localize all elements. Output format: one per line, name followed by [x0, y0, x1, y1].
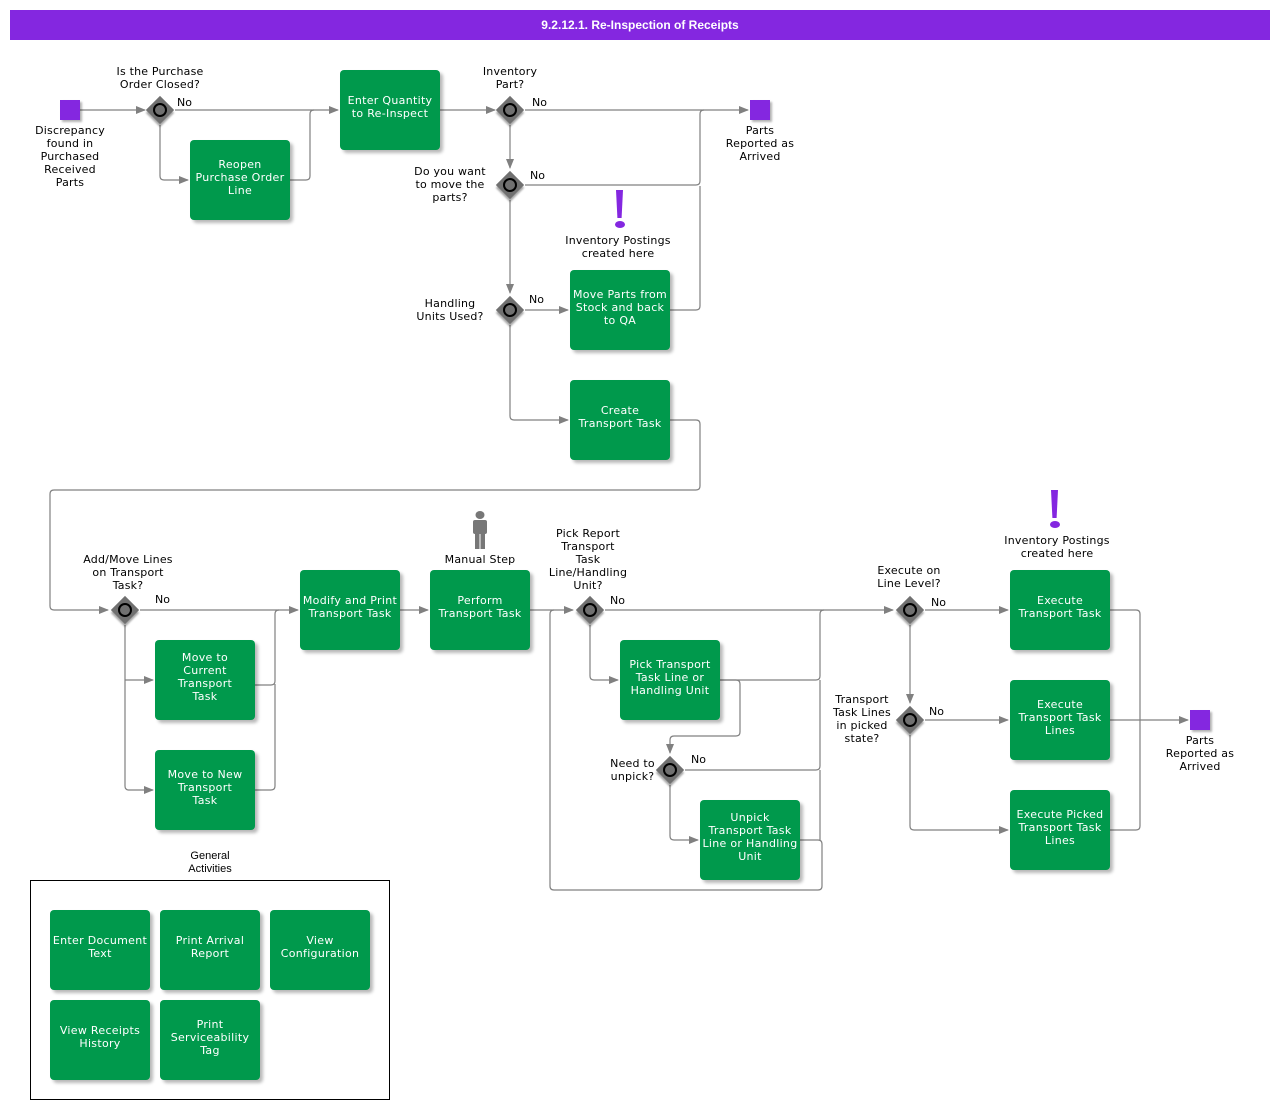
inventory-postings-annotation: Inventory Postings created here: [565, 234, 671, 260]
gateway-circle-icon: [503, 103, 517, 117]
flow-hu-to-create-tt: [509, 325, 569, 424]
flow-pick-to-pick-task: [589, 625, 619, 684]
gateway-move-parts-label: Do you want to move the parts?: [414, 165, 486, 204]
gateway-po-closed-label: Is the Purchase Order Closed?: [116, 65, 204, 91]
no-label: No: [155, 593, 170, 606]
exclamation-icon: [1045, 490, 1065, 534]
gateway-pick-report-label: Pick Report Transport Task Line/Handling…: [548, 527, 628, 592]
task-label: Print Arrival Report: [175, 934, 245, 960]
task-pick-tt-line[interactable]: Pick Transport Task Line or Handling Uni…: [620, 640, 720, 720]
gateway-circle-icon: [503, 178, 517, 192]
task-label: Pick Transport Task Line or Handling Uni…: [629, 657, 711, 697]
no-label: No: [929, 705, 944, 718]
gateway-po-closed[interactable]: [145, 95, 175, 125]
task-perform-tt[interactable]: Perform Transport Task: [430, 570, 530, 650]
task-label: Reopen Purchase Order Line: [195, 157, 285, 197]
exclamation-icon: [610, 190, 630, 234]
end-event-top[interactable]: [750, 100, 770, 120]
flow-po-to-reopen: [159, 125, 189, 184]
task-move-new-tt[interactable]: Move to New Transport Task: [155, 750, 255, 830]
task-label: Execute Transport Task Lines: [1018, 697, 1102, 737]
end-event-bottom-label: Parts Reported as Arrived: [1165, 734, 1235, 773]
gateway-pick-report[interactable]: [575, 595, 605, 625]
task-move-current-tt[interactable]: Move to Current Transport Task: [155, 640, 255, 720]
gateway-move-parts[interactable]: [495, 170, 525, 200]
end-event-bottom[interactable]: [1190, 710, 1210, 730]
gateway-circle-icon: [663, 763, 677, 777]
inventory-postings-annotation: Inventory Postings created here: [1004, 534, 1110, 560]
task-print-arrival-report[interactable]: Print Arrival Report: [160, 910, 260, 990]
task-modify-print-tt[interactable]: Modify and Print Transport Task: [300, 570, 400, 650]
task-label: Execute Picked Transport Task Lines: [1016, 807, 1104, 847]
gateway-lines-picked-label: Transport Task Lines in picked state?: [833, 693, 891, 745]
gateway-circle-icon: [153, 103, 167, 117]
gateway-circle-icon: [903, 603, 917, 617]
gateway-execute-line-level[interactable]: [895, 595, 925, 625]
no-label: No: [530, 169, 545, 182]
gateway-need-unpick-label: Need to unpick?: [610, 757, 655, 783]
task-reopen-po-line[interactable]: Reopen Purchase Order Line: [190, 140, 290, 220]
general-activities-title: General Activities: [188, 850, 232, 875]
task-print-serviceability-tag[interactable]: Print Serviceability Tag: [160, 1000, 260, 1080]
no-label: No: [931, 596, 946, 609]
task-label: Enter Quantity to Re-Inspect: [347, 94, 433, 120]
gateway-handling-units-label: Handling Units Used?: [416, 297, 484, 323]
flow-reopen-to-enter-qty: [290, 109, 315, 181]
flow-picked-to-exec-picked: [909, 735, 1009, 834]
task-label: View Receipts History: [59, 1024, 141, 1050]
gateway-add-move-lines-label: Add/Move Lines on Transport Task?: [83, 553, 173, 592]
gateway-circle-icon: [583, 603, 597, 617]
task-label: Execute Transport Task: [1018, 594, 1102, 620]
gateway-inventory-part[interactable]: [495, 95, 525, 125]
gateway-circle-icon: [903, 713, 917, 727]
task-view-receipts-history[interactable]: View Receipts History: [50, 1000, 150, 1080]
task-label: View Configuration: [280, 934, 360, 960]
task-view-configuration[interactable]: View Configuration: [270, 910, 370, 990]
flow-unpick-to-unpick-task: [669, 785, 699, 844]
start-event[interactable]: [60, 100, 80, 120]
flow-move-no-to-end: [525, 109, 705, 186]
task-label: Move Parts from Stock and back to QA: [572, 287, 668, 327]
manual-step-label: Manual Step: [444, 553, 516, 566]
task-label: Modify and Print Transport Task: [302, 594, 398, 620]
no-label: No: [177, 96, 192, 109]
no-label: No: [691, 753, 706, 766]
person-icon: [473, 511, 487, 549]
task-label: Move to New Transport Task: [167, 767, 243, 807]
no-label: No: [532, 96, 547, 109]
task-unpick-tt-line[interactable]: Unpick Transport Task Line or Handling U…: [700, 800, 800, 880]
task-label: Enter Document Text: [52, 934, 148, 960]
task-enter-document-text[interactable]: Enter Document Text: [50, 910, 150, 990]
flow-add-move-to-current: [124, 625, 154, 794]
gateway-circle-icon: [118, 603, 132, 617]
start-event-label: Discrepancy found in Purchased Received …: [35, 124, 105, 189]
gateway-add-move-lines[interactable]: [110, 595, 140, 625]
task-label: Perform Transport Task: [438, 594, 522, 620]
flow-pick-task-to-exec: [720, 609, 825, 681]
task-execute-tt[interactable]: Execute Transport Task: [1010, 570, 1110, 650]
flow-current-to-modify: [255, 609, 280, 686]
gateway-lines-picked[interactable]: [895, 705, 925, 735]
gateway-handling-units[interactable]: [495, 295, 525, 325]
task-label: Create Transport Task: [578, 404, 662, 430]
task-execute-picked-tt-lines[interactable]: Execute Picked Transport Task Lines: [1010, 790, 1110, 870]
no-label: No: [610, 594, 625, 607]
task-create-transport-task[interactable]: Create Transport Task: [570, 380, 670, 460]
gateway-circle-icon: [503, 303, 517, 317]
task-enter-quantity[interactable]: Enter Quantity to Re-Inspect: [340, 70, 440, 150]
end-event-top-label: Parts Reported as Arrived: [725, 124, 795, 163]
task-label: Print Serviceability Tag: [170, 1017, 250, 1057]
gateway-inventory-part-label: Inventory Part?: [482, 65, 538, 91]
no-label: No: [529, 293, 544, 306]
gateway-execute-line-level-label: Execute on Line Level?: [877, 564, 941, 590]
task-label: Unpick Transport Task Line or Handling U…: [702, 811, 798, 863]
task-move-parts-stock-qa[interactable]: Move Parts from Stock and back to QA: [570, 270, 670, 350]
flow-new-to-modify: [255, 684, 276, 791]
task-execute-tt-lines[interactable]: Execute Transport Task Lines: [1010, 680, 1110, 760]
task-label: Move to Current Transport Task: [177, 651, 233, 703]
